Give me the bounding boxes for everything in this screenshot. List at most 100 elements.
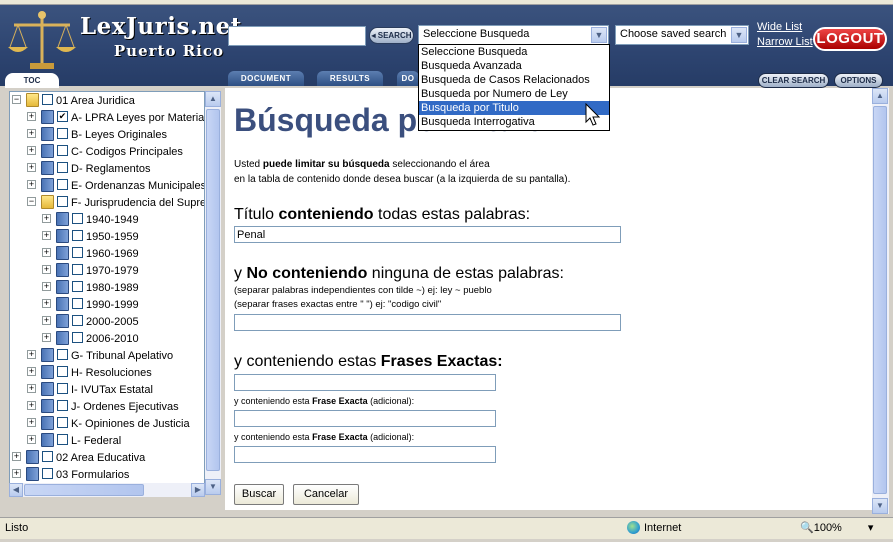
zoom-control[interactable]: 🔍100% ▾ <box>800 520 873 537</box>
collapse-icon[interactable]: − <box>12 95 21 104</box>
tree-checkbox[interactable] <box>72 247 83 258</box>
expand-icon[interactable]: + <box>27 180 36 189</box>
exact-phrase-input[interactable] <box>234 374 496 391</box>
search-button[interactable]: ◂ SEARCH <box>369 27 414 44</box>
collapse-icon[interactable]: − <box>27 197 36 206</box>
tree-checkbox[interactable] <box>57 366 68 377</box>
title-contains-input[interactable] <box>234 226 621 243</box>
search-input[interactable] <box>228 26 366 46</box>
tree-checkbox[interactable] <box>72 264 83 275</box>
tree-item[interactable]: + E- Ordenanzas Municipales <box>10 177 204 194</box>
tree-item[interactable]: + C- Codigos Principales <box>10 143 204 160</box>
expand-icon[interactable]: + <box>27 112 36 121</box>
scroll-down-icon[interactable]: ▼ <box>872 498 888 514</box>
tree-checkbox[interactable] <box>42 468 53 479</box>
tree-checkbox[interactable] <box>57 162 68 173</box>
tree-checkbox[interactable] <box>57 145 68 156</box>
expand-icon[interactable]: + <box>27 146 36 155</box>
tree-checkbox[interactable] <box>57 196 68 207</box>
additional-phrase-input-1[interactable] <box>234 410 496 427</box>
tree-checkbox[interactable] <box>57 417 68 428</box>
logo[interactable]: LexJuris.net Puerto Rico <box>4 9 241 75</box>
scroll-up-icon[interactable]: ▲ <box>205 91 221 107</box>
dropdown-option[interactable]: Busqueda por Numero de Ley <box>419 87 609 101</box>
scroll-thumb[interactable] <box>24 484 144 496</box>
not-contains-input[interactable] <box>234 314 621 331</box>
chevron-down-icon[interactable]: ▼ <box>591 27 607 43</box>
expand-icon[interactable]: + <box>42 316 51 325</box>
tree-item[interactable]: +2006-2010 <box>10 330 204 347</box>
expand-icon[interactable]: + <box>42 248 51 257</box>
tree-item[interactable]: +1970-1979 <box>10 262 204 279</box>
tree-item[interactable]: − F- Jurisprudencia del Supremo <box>10 194 204 211</box>
tree-item[interactable]: + J- Ordenes Ejecutivas <box>10 398 204 415</box>
tree-checkbox[interactable] <box>72 281 83 292</box>
narrow-list-link[interactable]: Narrow List <box>757 36 813 48</box>
clear-search-button[interactable]: CLEAR SEARCH <box>758 73 829 88</box>
tree-checkbox[interactable] <box>72 213 83 224</box>
tree-item[interactable]: + L- Federal <box>10 432 204 449</box>
tree-item[interactable]: + H- Resoluciones <box>10 364 204 381</box>
additional-phrase-input-2[interactable] <box>234 446 496 463</box>
tree-checkbox[interactable] <box>57 434 68 445</box>
expand-icon[interactable]: + <box>27 401 36 410</box>
tab-third[interactable]: DO <box>397 71 419 86</box>
tree-checkbox[interactable] <box>42 451 53 462</box>
scroll-left-icon[interactable]: ◀ <box>9 483 23 497</box>
dropdown-option[interactable]: Busqueda Avanzada <box>419 59 609 73</box>
dropdown-option[interactable]: Busqueda de Casos Relacionados <box>419 73 609 87</box>
tree-item[interactable]: +1940-1949 <box>10 211 204 228</box>
expand-icon[interactable]: + <box>12 469 21 478</box>
tree-item[interactable]: +02 Area Educativa <box>10 449 204 466</box>
tree-item[interactable]: + I- IVUTax Estatal <box>10 381 204 398</box>
tree-item[interactable]: − 01 Area Juridica <box>10 92 204 109</box>
tree-checkbox[interactable] <box>72 315 83 326</box>
scroll-thumb[interactable] <box>873 106 887 494</box>
scroll-up-icon[interactable]: ▲ <box>872 88 888 104</box>
tree-checkbox[interactable]: ✔ <box>57 111 68 122</box>
search-type-select[interactable]: Seleccione Busqueda ▼ <box>418 25 609 45</box>
dropdown-option-highlighted[interactable]: Busqueda por Titulo <box>419 101 609 115</box>
logout-button[interactable]: LOGOUT <box>813 27 887 51</box>
tab-results[interactable]: RESULTS <box>317 71 383 86</box>
tree-checkbox[interactable] <box>72 332 83 343</box>
tree-item[interactable]: + B- Leyes Originales <box>10 126 204 143</box>
expand-icon[interactable]: + <box>27 367 36 376</box>
tree-checkbox[interactable] <box>57 349 68 360</box>
options-button[interactable]: OPTIONS <box>834 73 883 88</box>
tree-item[interactable]: + ✔ A- LPRA Leyes por Materia <box>10 109 204 126</box>
wide-list-link[interactable]: Wide List <box>757 21 802 33</box>
tree-checkbox[interactable] <box>72 230 83 241</box>
tree-item[interactable]: +1950-1959 <box>10 228 204 245</box>
expand-icon[interactable]: + <box>42 282 51 291</box>
tree-item[interactable]: +1960-1969 <box>10 245 204 262</box>
expand-icon[interactable]: + <box>27 163 36 172</box>
scroll-right-icon[interactable]: ▶ <box>191 483 205 497</box>
expand-icon[interactable]: + <box>42 299 51 308</box>
expand-icon[interactable]: + <box>27 435 36 444</box>
tree-checkbox[interactable] <box>57 179 68 190</box>
chevron-down-icon[interactable]: ▾ <box>868 522 874 534</box>
tree-item[interactable]: +1980-1989 <box>10 279 204 296</box>
toc-tree[interactable]: − 01 Area Juridica + ✔ A- LPRA Leyes por Mat… <box>9 91 205 495</box>
buscar-button[interactable]: Buscar <box>234 484 284 505</box>
tree-checkbox[interactable] <box>57 383 68 394</box>
tree-item[interactable]: +03 Formularios <box>10 466 204 483</box>
cancelar-button[interactable]: Cancelar <box>293 484 359 505</box>
scroll-down-icon[interactable]: ▼ <box>205 479 221 495</box>
main-vertical-scrollbar[interactable]: ▲ ▼ <box>872 88 889 514</box>
chevron-down-icon[interactable]: ▼ <box>731 27 747 43</box>
tree-checkbox[interactable] <box>42 94 53 105</box>
expand-icon[interactable]: + <box>42 214 51 223</box>
tree-checkbox[interactable] <box>72 298 83 309</box>
tree-item[interactable]: +2000-2005 <box>10 313 204 330</box>
expand-icon[interactable]: + <box>12 452 21 461</box>
expand-icon[interactable]: + <box>27 384 36 393</box>
tree-item[interactable]: + D- Reglamentos <box>10 160 204 177</box>
dropdown-option[interactable]: Busqueda Interrogativa <box>419 115 609 129</box>
tree-item[interactable]: + G- Tribunal Apelativo <box>10 347 204 364</box>
expand-icon[interactable]: + <box>42 265 51 274</box>
tree-item[interactable]: + K- Opiniones de Justicia <box>10 415 204 432</box>
toc-vertical-scrollbar[interactable]: ▲ ▼ <box>205 91 221 495</box>
expand-icon[interactable]: + <box>27 418 36 427</box>
